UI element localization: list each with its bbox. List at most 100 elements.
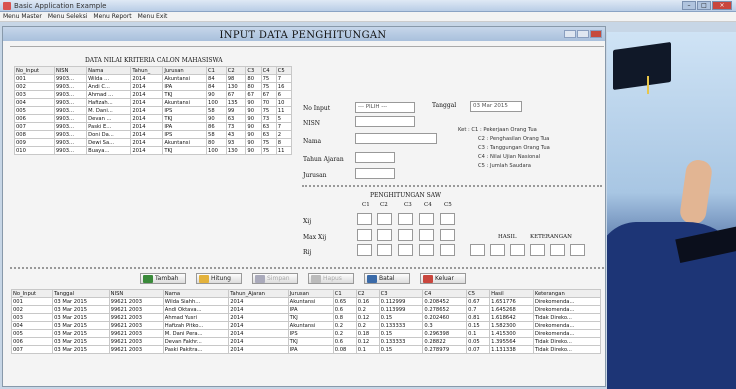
calc-value-box[interactable]	[377, 244, 392, 256]
result-row[interactable]: 006 03 Mar 2015 99621 2003 Devan Fakhr... 20…	[10, 337, 602, 346]
result-table[interactable]: No_Input Tanggal NISN Nama Tahun_Ajaran Jurus…	[10, 289, 602, 354]
calc-value-box[interactable]	[440, 244, 455, 256]
result-cell: Devan Fakhr...	[162, 337, 230, 346]
result-cell: Tidak Direko...	[532, 313, 602, 322]
hapus-button[interactable]: Hapus	[308, 273, 354, 284]
result-header-cell: C5	[466, 289, 491, 298]
criteria-row[interactable]: 001 9903... Wilda ... 2014 Akuntansi 84 98 80 75…	[14, 74, 293, 83]
jurusan-field[interactable]	[355, 168, 395, 179]
menu-master[interactable]: Menu Master	[3, 12, 42, 21]
result-value-box[interactable]	[510, 244, 525, 256]
calc-value-box[interactable]	[398, 213, 413, 225]
calc-value-box[interactable]	[419, 244, 434, 256]
result-cell: 0.15	[378, 329, 424, 338]
criteria-cell: 75	[260, 138, 277, 147]
result-row[interactable]: 002 03 Mar 2015 99621 2003 Andi Oktava... 20…	[10, 305, 602, 314]
batal-button[interactable]: Batal	[364, 273, 410, 284]
result-cell: 0.2	[332, 329, 357, 338]
result-row[interactable]: 004 03 Mar 2015 99621 2003 Hafizah Pitko...…	[10, 321, 602, 330]
calc-value-box[interactable]	[440, 213, 455, 225]
calc-value-box[interactable]	[398, 229, 413, 241]
calc-value-box[interactable]	[357, 229, 372, 241]
result-header-cell: C4	[422, 289, 468, 298]
result-value-box[interactable]	[470, 244, 485, 256]
nisn-field[interactable]	[355, 116, 415, 127]
tanggal-field[interactable]: 03 Mar 2015	[470, 101, 522, 112]
criteria-cell: 80	[206, 138, 227, 147]
result-value-box[interactable]	[550, 244, 565, 256]
jurusan-label: Jurusan	[303, 172, 327, 179]
minimize-button[interactable]: –	[682, 1, 696, 10]
criteria-cell: 9903...	[53, 90, 88, 99]
criteria-cell: 73	[260, 114, 277, 123]
result-cell: Andi Oktava...	[162, 305, 230, 314]
simpan-button[interactable]: Simpan	[252, 273, 298, 284]
calc-value-box[interactable]	[419, 213, 434, 225]
result-cell: 2014	[228, 329, 289, 338]
calc-value-box[interactable]	[377, 229, 392, 241]
result-value-box[interactable]	[570, 244, 585, 256]
criteria-cell: 63	[260, 122, 277, 131]
nama-field[interactable]	[355, 133, 437, 144]
criteria-cell: 2014	[130, 146, 164, 155]
criteria-header-cell: C3	[245, 66, 262, 75]
keluar-button[interactable]: Keluar	[420, 273, 466, 284]
calc-value-box[interactable]	[357, 213, 372, 225]
delete-icon	[311, 275, 321, 283]
criteria-cell: 73	[225, 122, 247, 131]
result-cell: 0.296398	[422, 329, 468, 338]
result-value-box[interactable]	[490, 244, 505, 256]
menu-seleksi[interactable]: Menu Seleksi	[48, 12, 88, 21]
criteria-cell: Ahmad ...	[86, 90, 132, 99]
calc-value-box[interactable]	[398, 244, 413, 256]
calc-value-box[interactable]	[377, 213, 392, 225]
criteria-cell: Akuntansi	[162, 138, 208, 147]
criteria-cell: 2014	[130, 90, 164, 99]
tahun-ajaran-field[interactable]	[355, 152, 395, 163]
criteria-row[interactable]: 007 9903... Paski E... 2014 IPA 86 73 90 63 7	[14, 122, 293, 131]
result-cell: 0.16	[355, 297, 380, 306]
criteria-row[interactable]: 003 9903... Ahmad ... 2014 TKJ 90 67 67 67 6	[14, 90, 293, 99]
criteria-cell: 100	[206, 146, 227, 155]
maximize-button[interactable]: □	[697, 1, 711, 10]
criteria-cell: 9903...	[53, 114, 88, 123]
criteria-cell: 007	[14, 122, 55, 131]
result-cell: 03 Mar 2015	[52, 329, 110, 338]
result-row[interactable]: 001 03 Mar 2015 99621 2003 Wilda Siahh... 20…	[10, 297, 602, 306]
result-cell: 03 Mar 2015	[52, 297, 110, 306]
criteria-cell: Akuntansi	[162, 74, 208, 83]
result-cell: 2014	[228, 313, 289, 322]
calc-title: PENGHITUNGAN SAW	[370, 192, 442, 199]
criteria-header-cell: Nama	[86, 66, 132, 75]
calc-value-box[interactable]	[440, 229, 455, 241]
criteria-table[interactable]: No_Input NISN Nama Tahun_ Jurusan C1 C2 C3 C4 C5 …	[14, 66, 293, 155]
result-row[interactable]: 003 03 Mar 2015 99621 2003 Ahmad Yusri 2014 T…	[10, 313, 602, 322]
menu-report[interactable]: Menu Report	[93, 12, 131, 21]
criteria-cell: M. Dani...	[86, 106, 132, 115]
criteria-row[interactable]: 008 9903... Doni Da... 2014 IPS 58 43 90 63 2	[14, 130, 293, 139]
result-cell: 1.618642	[489, 313, 534, 322]
criteria-row[interactable]: 006 9903... Devan ... 2014 TKJ 90 63 90 73 5	[14, 114, 293, 123]
hitung-button[interactable]: Hitung	[196, 273, 242, 284]
result-cell: 03 Mar 2015	[52, 337, 110, 346]
result-row[interactable]: 007 03 Mar 2015 99621 2003 Paski Pakitra...…	[10, 345, 602, 354]
criteria-cell: 6	[275, 90, 293, 99]
result-cell: 0.07	[466, 345, 491, 354]
result-row[interactable]: 005 03 Mar 2015 99621 2003 M. Dani Pera... 2…	[10, 329, 602, 338]
criteria-row[interactable]: 002 9903... Andi C... 2014 IPA 84 130 80 75 16	[14, 82, 293, 91]
criteria-cell: Buaya...	[86, 146, 132, 155]
result-value-box[interactable]	[530, 244, 545, 256]
criteria-row[interactable]: 004 9903... Hafizah... 2014 Akuntansi 100 135 9…	[14, 98, 293, 107]
criteria-cell: IPA	[162, 122, 208, 131]
close-button[interactable]: ×	[712, 1, 732, 10]
menu-exit[interactable]: Menu Exit	[138, 12, 168, 21]
criteria-row[interactable]: 009 9903... Dewi Sa... 2014 Akuntansi 80 93 90 7…	[14, 138, 293, 147]
tambah-button[interactable]: Tambah	[140, 273, 186, 284]
result-cell: M. Dani Pera...	[162, 329, 230, 338]
calc-value-box[interactable]	[357, 244, 372, 256]
criteria-row[interactable]: 010 9903... Buaya... 2014 TKJ 100 130 90 75 11	[14, 146, 293, 155]
calc-value-box[interactable]	[419, 229, 434, 241]
criteria-row[interactable]: 005 9903... M. Dani... 2014 IPS 58 99 90 75 11	[14, 106, 293, 115]
no-input-combo[interactable]: --- PILIH ---	[355, 102, 415, 113]
criteria-cell: 002	[14, 82, 55, 91]
